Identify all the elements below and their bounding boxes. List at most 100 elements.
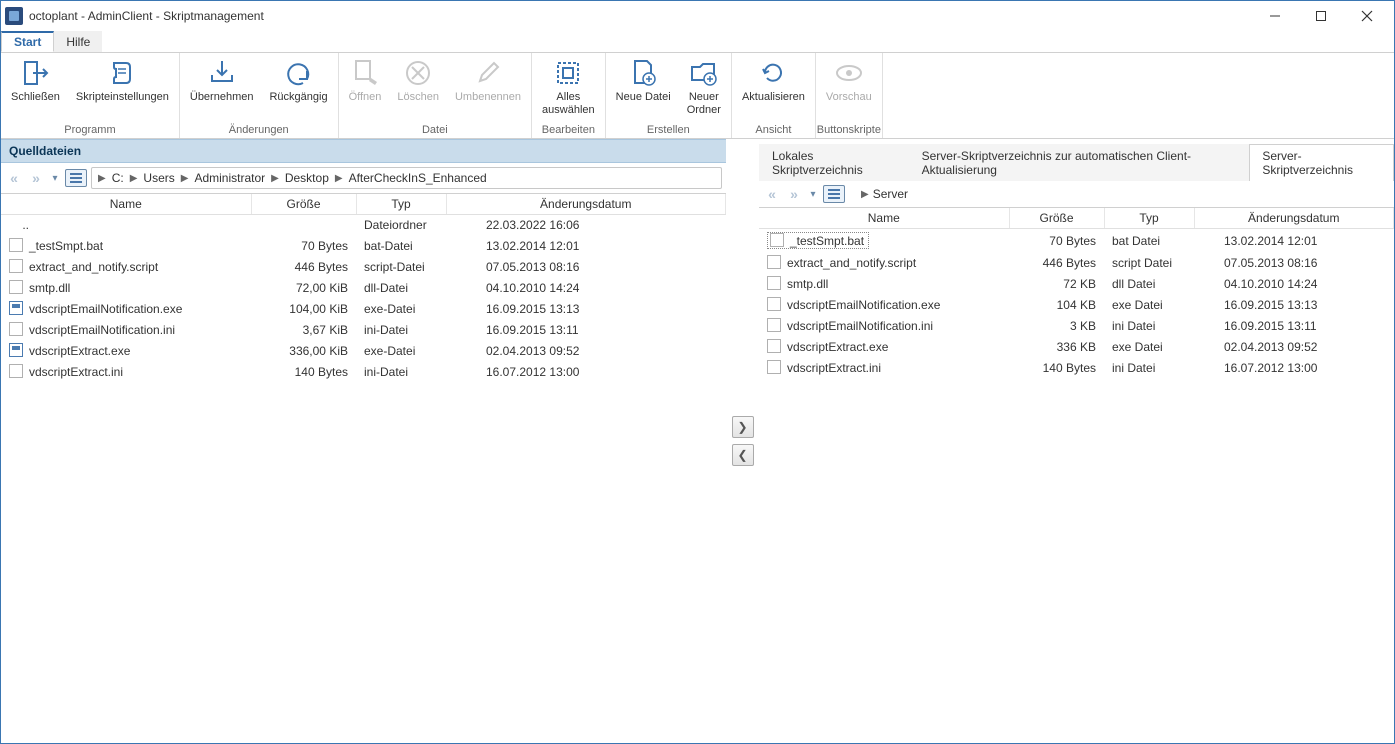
file-row[interactable]: vdscriptExtract.ini140 Bytesini-Datei16.…	[1, 361, 726, 382]
col-name[interactable]: Name	[759, 208, 1009, 229]
chevron-right-icon: ▶	[861, 189, 869, 200]
file-row[interactable]: vdscriptEmailNotification.exe104,00 KiBe…	[1, 298, 726, 319]
file-icon	[767, 276, 781, 290]
transfer-right-button[interactable]: ❯	[732, 416, 754, 438]
new-folder-button[interactable]: NeuerOrdner	[679, 55, 729, 118]
script-settings-icon	[106, 57, 138, 89]
file-row[interactable]: extract_and_notify.script446 Bytesscript…	[759, 252, 1394, 273]
file-row[interactable]: vdscriptExtract.ini140 Bytesini Datei16.…	[759, 357, 1394, 378]
ribbon: Schließen Skripteinstellungen Programm Ü…	[1, 53, 1394, 139]
right-tabs: Lokales Skriptverzeichnis Server-Skriptv…	[759, 139, 1394, 181]
nav-forward-far-icon[interactable]: »	[27, 169, 45, 187]
undo-icon	[283, 57, 315, 89]
view-list-toggle[interactable]	[65, 169, 87, 187]
select-all-button[interactable]: Allesauswählen	[534, 55, 603, 118]
col-name[interactable]: Name	[1, 194, 251, 215]
file-row[interactable]: smtp.dll72,00 KiBdll-Datei04.10.2010 14:…	[1, 277, 726, 298]
file-row[interactable]: vdscriptEmailNotification.ini3 KBini Dat…	[759, 315, 1394, 336]
group-changes-label: Änderungen	[180, 123, 338, 138]
file-row[interactable]: smtp.dll72 KBdll Datei04.10.2010 14:24	[759, 273, 1394, 294]
file-icon	[9, 280, 23, 294]
file-row[interactable]: _testSmpt.bat70 Bytesbat Datei13.02.2014…	[759, 229, 1394, 253]
left-filelist[interactable]: Name Größe Typ Änderungsdatum .. Dateior…	[1, 194, 726, 743]
refresh-button[interactable]: Aktualisieren	[734, 55, 813, 106]
file-row[interactable]: vdscriptEmailNotification.ini3,67 KiBini…	[1, 319, 726, 340]
nav-back-far-icon[interactable]: «	[763, 185, 781, 203]
eye-icon	[833, 57, 865, 89]
file-row[interactable]: vdscriptExtract.exe336 KBexe Datei02.04.…	[759, 336, 1394, 357]
file-icon	[770, 233, 784, 247]
tab-local[interactable]: Lokales Skriptverzeichnis	[759, 144, 909, 181]
left-breadcrumb[interactable]: ▶ C: ▶ Users ▶ Administrator ▶ Desktop ▶…	[91, 167, 722, 189]
open-icon	[349, 57, 381, 89]
menu-bar: Start Hilfe	[1, 31, 1394, 53]
file-row[interactable]: vdscriptExtract.exe336,00 KiBexe-Datei02…	[1, 340, 726, 361]
undo-button[interactable]: Rückgängig	[261, 55, 335, 106]
file-icon	[9, 238, 23, 252]
close-script-button[interactable]: Schließen	[3, 55, 68, 106]
file-icon	[767, 318, 781, 332]
col-type[interactable]: Typ	[356, 194, 446, 215]
col-date[interactable]: Änderungsdatum	[1194, 208, 1394, 229]
file-icon	[9, 364, 23, 378]
file-icon	[767, 255, 781, 269]
file-icon	[767, 339, 781, 353]
transfer-left-button[interactable]: ❮	[732, 444, 754, 466]
tab-server-auto[interactable]: Server-Skriptverzeichnis zur automatisch…	[909, 144, 1250, 181]
app-icon	[5, 7, 23, 25]
left-navbar: « » ▾ ▶ C: ▶ Users ▶ Administrator ▶ Des…	[1, 163, 726, 194]
apply-button[interactable]: Übernehmen	[182, 55, 262, 106]
nav-back-far-icon[interactable]: «	[5, 169, 23, 187]
chevron-right-icon: ▶	[98, 173, 106, 184]
menu-tab-help[interactable]: Hilfe	[54, 31, 102, 52]
menu-tab-start[interactable]: Start	[1, 31, 54, 52]
rename-icon	[472, 57, 504, 89]
right-navbar: « » ▾ ▶ Server	[759, 181, 1394, 208]
file-icon	[9, 343, 23, 357]
view-list-toggle[interactable]	[823, 185, 845, 203]
file-icon	[9, 259, 23, 273]
group-buttonscripts-label: Buttonskripte	[816, 123, 882, 138]
minimize-button[interactable]	[1252, 2, 1298, 30]
right-breadcrumb[interactable]: Server	[873, 187, 908, 201]
target-pane: Lokales Skriptverzeichnis Server-Skriptv…	[759, 139, 1394, 743]
open-button[interactable]: Öffnen	[341, 55, 390, 106]
delete-button[interactable]: Löschen	[389, 55, 447, 106]
col-size[interactable]: Größe	[1009, 208, 1104, 229]
close-button[interactable]	[1344, 2, 1390, 30]
source-header: Quelldateien	[1, 139, 726, 163]
nav-forward-far-icon[interactable]: »	[785, 185, 803, 203]
titlebar: octoplant - AdminClient - Skriptmanageme…	[1, 1, 1394, 31]
col-date[interactable]: Änderungsdatum	[446, 194, 726, 215]
maximize-button[interactable]	[1298, 2, 1344, 30]
col-type[interactable]: Typ	[1104, 208, 1194, 229]
file-row[interactable]: vdscriptEmailNotification.exe104 KBexe D…	[759, 294, 1394, 315]
right-filelist[interactable]: Name Größe Typ Änderungsdatum _testSmpt.…	[759, 208, 1394, 743]
window-title: octoplant - AdminClient - Skriptmanageme…	[29, 9, 1252, 23]
file-row[interactable]: extract_and_notify.script446 Bytesscript…	[1, 256, 726, 277]
col-size[interactable]: Größe	[251, 194, 356, 215]
file-icon	[9, 301, 23, 315]
group-create-label: Erstellen	[606, 123, 731, 138]
parent-row[interactable]: .. Dateiordner 22.03.2022 16:06	[1, 215, 726, 236]
apply-icon	[206, 57, 238, 89]
file-icon	[767, 297, 781, 311]
source-pane: Quelldateien « » ▾ ▶ C: ▶ Users ▶ Admini…	[1, 139, 726, 743]
nav-history-dropdown[interactable]: ▾	[807, 185, 819, 203]
refresh-icon	[757, 57, 789, 89]
preview-button[interactable]: Vorschau	[818, 55, 880, 106]
group-view-label: Ansicht	[732, 123, 815, 138]
group-file-label: Datei	[339, 123, 531, 138]
new-folder-icon	[688, 57, 720, 89]
close-door-icon	[19, 57, 51, 89]
script-settings-button[interactable]: Skripteinstellungen	[68, 55, 177, 106]
file-icon	[767, 360, 781, 374]
delete-icon	[402, 57, 434, 89]
nav-history-dropdown[interactable]: ▾	[49, 169, 61, 187]
rename-button[interactable]: Umbenennen	[447, 55, 529, 106]
group-program-label: Programm	[1, 123, 179, 138]
group-edit-label: Bearbeiten	[532, 123, 605, 138]
new-file-button[interactable]: Neue Datei	[608, 55, 679, 106]
tab-server[interactable]: Server-Skriptverzeichnis	[1249, 144, 1394, 181]
file-row[interactable]: _testSmpt.bat70 Bytesbat-Datei13.02.2014…	[1, 235, 726, 256]
